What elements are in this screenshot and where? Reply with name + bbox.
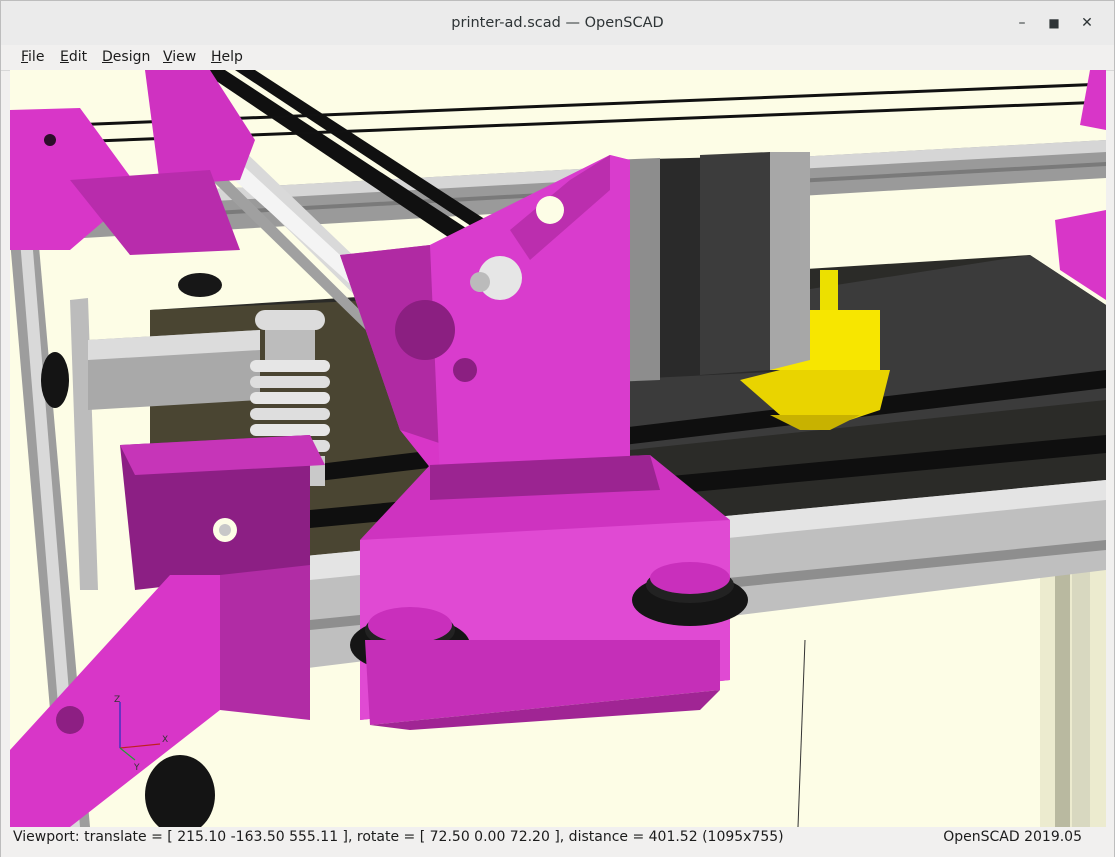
- axis-z-label: Z: [114, 695, 120, 705]
- minimize-icon[interactable]: –: [1011, 12, 1033, 34]
- rendered-model: Z X Y: [10, 70, 1106, 827]
- menu-edit[interactable]: Edit: [60, 49, 87, 66]
- axis-y-label: Y: [133, 763, 140, 773]
- window-title: printer-ad.scad — OpenSCAD: [451, 15, 664, 31]
- 3d-viewport[interactable]: Z X Y: [10, 70, 1106, 827]
- status-bar: Viewport: translate = [ 215.10 -163.50 5…: [1, 827, 1114, 857]
- title-bar[interactable]: printer-ad.scad — OpenSCAD – ■ ✕: [1, 1, 1114, 46]
- menu-file[interactable]: File: [21, 49, 44, 66]
- menu-help[interactable]: Help: [211, 49, 243, 66]
- openscad-window: printer-ad.scad — OpenSCAD – ■ ✕ File Ed…: [0, 0, 1115, 857]
- menu-bar: File Edit Design View Help: [1, 45, 1114, 71]
- viewport-status: Viewport: translate = [ 215.10 -163.50 5…: [13, 829, 784, 845]
- menu-design[interactable]: Design: [102, 49, 150, 66]
- close-icon[interactable]: ✕: [1076, 12, 1098, 34]
- version-label: OpenSCAD 2019.05: [943, 829, 1082, 845]
- axis-x-label: X: [162, 735, 168, 745]
- maximize-icon[interactable]: ■: [1043, 12, 1065, 34]
- menu-view[interactable]: View: [163, 49, 196, 66]
